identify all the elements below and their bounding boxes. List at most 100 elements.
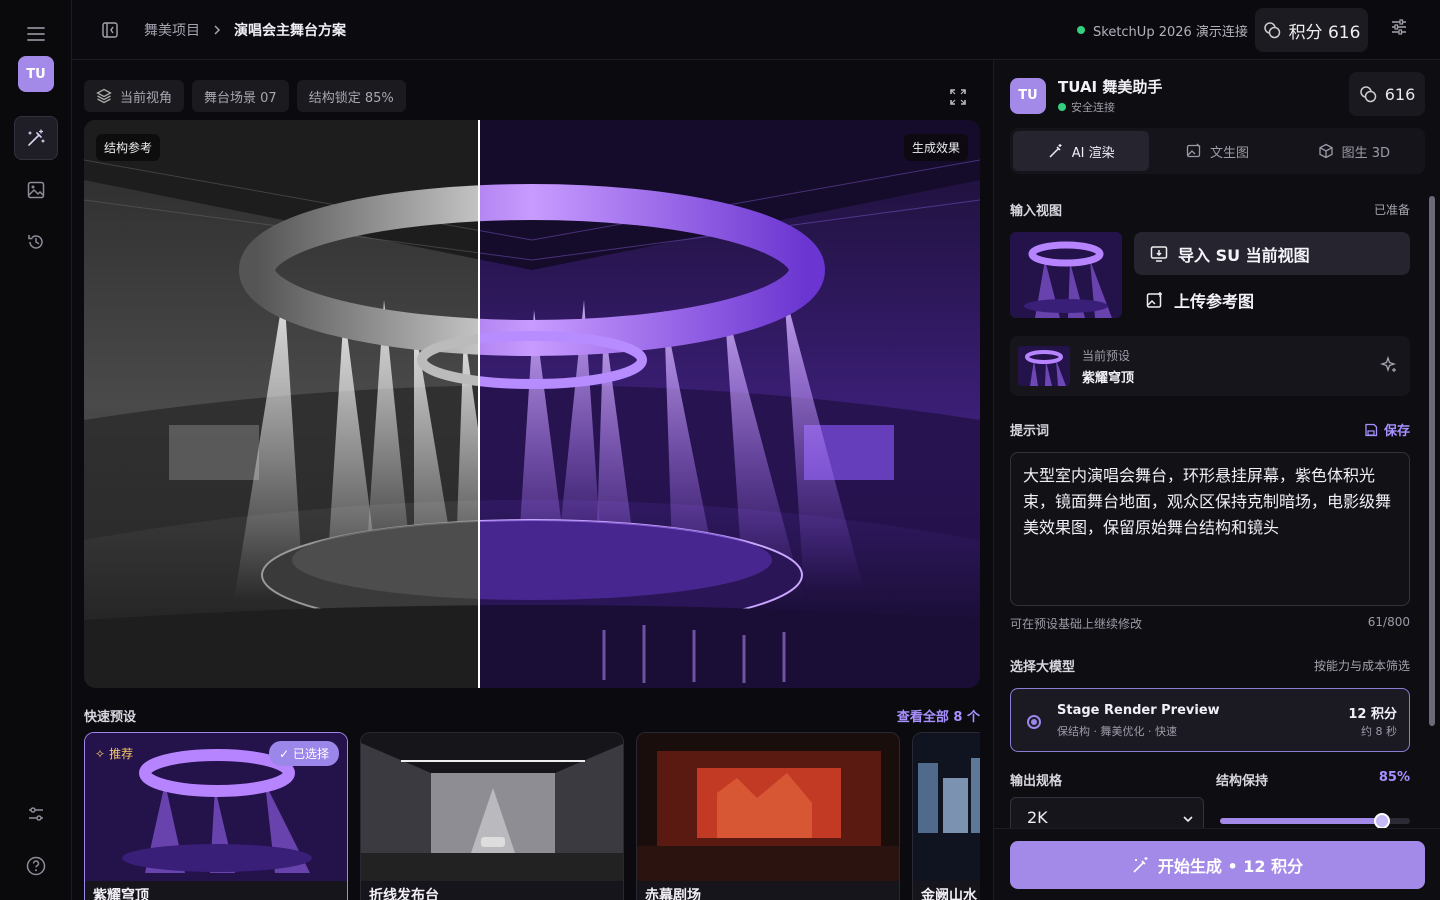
generate-button[interactable]: 开始生成 • 12 积分 xyxy=(1010,841,1425,889)
menu-icon[interactable] xyxy=(14,12,58,56)
generated-result-tag: 生成效果 xyxy=(903,134,968,161)
preset-card-fold-launch[interactable]: 折线发布台 xyxy=(360,732,624,900)
monitor-import-icon xyxy=(1150,245,1168,263)
slider-knob[interactable] xyxy=(1373,813,1390,828)
sidebar-toggle-icon[interactable] xyxy=(102,22,118,38)
output-size-value: 2K xyxy=(1027,808,1048,827)
secure-status: 安全连接 xyxy=(1058,99,1162,115)
layers-icon xyxy=(96,88,112,104)
recommended-badge: ✧ 推荐 xyxy=(95,745,133,762)
chip-label: 结构锁定 85% xyxy=(308,90,394,106)
slider-fill xyxy=(1220,818,1382,824)
help-icon[interactable] xyxy=(14,844,58,888)
tab-image-to-3d[interactable]: 图生 3D xyxy=(1286,131,1422,171)
model-time: 约 8 秒 xyxy=(1361,725,1397,738)
stage-render-image xyxy=(84,120,980,688)
save-icon xyxy=(1364,423,1378,437)
preset-card-purple-dome[interactable]: ✧ 推荐 ✓ 已选择 紫耀穹顶 xyxy=(84,732,348,900)
breadcrumb: 舞美项目 演唱会主舞台方案 xyxy=(102,0,346,60)
magic-wand-icon[interactable] xyxy=(14,116,58,160)
main-area: 当前视角 舞台场景 07 结构锁定 85% 结构参考 生成效果 快速预设 查看全… xyxy=(72,60,992,900)
connection-status: SketchUp 2026 演示连接 xyxy=(1077,0,1248,60)
view-all-link[interactable]: 查看全部 8 个 xyxy=(897,706,980,725)
structure-keep-value: 85% xyxy=(1378,770,1410,785)
input-view-label: 输入视图 xyxy=(1010,204,1063,219)
assistant-name: TUAI 舞美助手 xyxy=(1058,78,1163,96)
model-radio[interactable] xyxy=(1027,715,1041,729)
model-cost: 12 积分 xyxy=(1348,707,1397,722)
assistant-avatar: TU xyxy=(1010,77,1046,114)
comparison-viewer[interactable]: 结构参考 生成效果 xyxy=(84,120,980,688)
cube-icon xyxy=(1318,143,1334,159)
credits-button[interactable]: 积分 616 xyxy=(1255,8,1368,52)
user-avatar[interactable]: TU xyxy=(18,56,54,92)
chevron-down-icon xyxy=(1183,814,1193,824)
chip-label: 当前视角 xyxy=(120,90,173,106)
breadcrumb-current: 演唱会主舞台方案 xyxy=(234,23,346,39)
sliders-icon[interactable] xyxy=(14,792,58,836)
current-preset[interactable]: 当前预设 紫耀穹顶 xyxy=(1010,336,1410,396)
model-label: 选择大模型 xyxy=(1010,660,1076,675)
structure-keep-label: 结构保持 xyxy=(1216,774,1269,789)
viewer-chips: 当前视角 舞台场景 07 结构锁定 85% xyxy=(84,80,406,112)
left-rail: TU xyxy=(0,0,72,900)
panel-scrollbar[interactable] xyxy=(1427,188,1437,828)
preset-card-gold-landscape[interactable]: 金阙山水 xyxy=(912,732,980,900)
fullscreen-icon[interactable] xyxy=(949,88,967,106)
model-filter-link[interactable]: 按能力与成本筛选 xyxy=(1314,657,1410,674)
magic-wand-icon xyxy=(1048,143,1064,159)
sparkle-icon: ✧ xyxy=(95,746,106,761)
image-upload-icon xyxy=(1146,291,1164,309)
panel-credits-value: 616 xyxy=(1384,84,1416,104)
top-bar: 舞美项目 演唱会主舞台方案 SketchUp 2026 演示连接 积分 616 xyxy=(72,0,1440,60)
chip-current-view[interactable]: 当前视角 xyxy=(84,80,185,112)
scrollbar-thumb[interactable] xyxy=(1429,196,1435,726)
compare-slider-handle[interactable] xyxy=(478,120,480,688)
generate-label: 开始生成 • 12 积分 xyxy=(1157,857,1304,876)
save-label: 保存 xyxy=(1383,424,1410,439)
output-size-select[interactable]: 2K xyxy=(1010,797,1204,828)
import-su-view-button[interactable]: 导入 SU 当前视图 xyxy=(1134,232,1410,275)
chip-scene[interactable]: 舞台场景 07 xyxy=(192,80,289,112)
preset-thumbnail xyxy=(1018,346,1070,386)
model-name: Stage Render Preview xyxy=(1057,703,1220,718)
panel-footer: 开始生成 • 12 积分 xyxy=(994,828,1440,900)
preset-thumbnail xyxy=(913,733,980,881)
panel-header: TU TUAI 舞美助手 安全连接 xyxy=(1010,76,1162,115)
structure-keep-slider[interactable] xyxy=(1220,813,1410,828)
image-icon[interactable] xyxy=(14,168,58,212)
prompt-hint: 可在预设基础上继续修改 xyxy=(1010,617,1143,631)
mode-tabs: AI 渲染 文生图 图生 3D xyxy=(1010,128,1425,174)
connection-label: SketchUp 2026 演示连接 xyxy=(1093,24,1248,40)
chip-structure-lock[interactable]: 结构锁定 85% xyxy=(296,80,406,112)
credits-label: 积分 616 xyxy=(1288,22,1361,43)
tab-ai-render[interactable]: AI 渲染 xyxy=(1013,131,1150,171)
sparkle-icon[interactable] xyxy=(1380,356,1398,374)
structure-reference-tag: 结构参考 xyxy=(96,134,161,161)
preset-cards: ✧ 推荐 ✓ 已选择 紫耀穹顶 折线发布台 赤幕剧场 金阙山水 xyxy=(84,732,980,900)
model-option-stage-render[interactable]: Stage Render Preview 保结构 · 舞美优化 · 快速 12 … xyxy=(1010,688,1410,752)
history-icon[interactable] xyxy=(14,220,58,264)
chevron-right-icon xyxy=(212,25,222,35)
status-dot xyxy=(1077,26,1085,34)
magic-wand-icon xyxy=(1132,856,1150,874)
save-prompt-button[interactable]: 保存 xyxy=(1364,420,1410,439)
quick-presets-header: 快速预设 查看全部 8 个 xyxy=(84,706,980,725)
panel-scroll-area[interactable]: 输入视图 已准备 导入 SU 当前视图 上传参考图 当前预设 紫耀穹顶 提示词 … xyxy=(994,188,1424,828)
input-view-thumbnail[interactable] xyxy=(1010,232,1122,318)
current-preset-key: 当前预设 xyxy=(1082,348,1131,363)
preset-card-label: 折线发布台 xyxy=(369,888,439,900)
preset-thumbnail xyxy=(361,733,623,881)
tab-text-to-image[interactable]: 文生图 xyxy=(1149,131,1285,171)
settings-sliders-icon[interactable] xyxy=(1390,18,1408,36)
image-edit-icon xyxy=(1186,143,1202,159)
chip-label: 舞台场景 07 xyxy=(204,90,277,106)
input-view-state: 已准备 xyxy=(1373,203,1410,217)
tab-label: AI 渲染 xyxy=(1071,145,1115,161)
prompt-textarea[interactable]: 大型室内演唱会舞台，环形悬挂屏幕，紫色体积光束，镜面舞台地面，观众区保持克制暗场… xyxy=(1010,452,1410,606)
panel-credits-button[interactable]: 616 xyxy=(1349,72,1425,116)
breadcrumb-project[interactable]: 舞美项目 xyxy=(144,20,200,40)
preset-card-red-theater[interactable]: 赤幕剧场 xyxy=(636,732,900,900)
upload-reference-button[interactable]: 上传参考图 xyxy=(1134,280,1410,320)
preset-card-label: 紫耀穹顶 xyxy=(93,888,149,900)
